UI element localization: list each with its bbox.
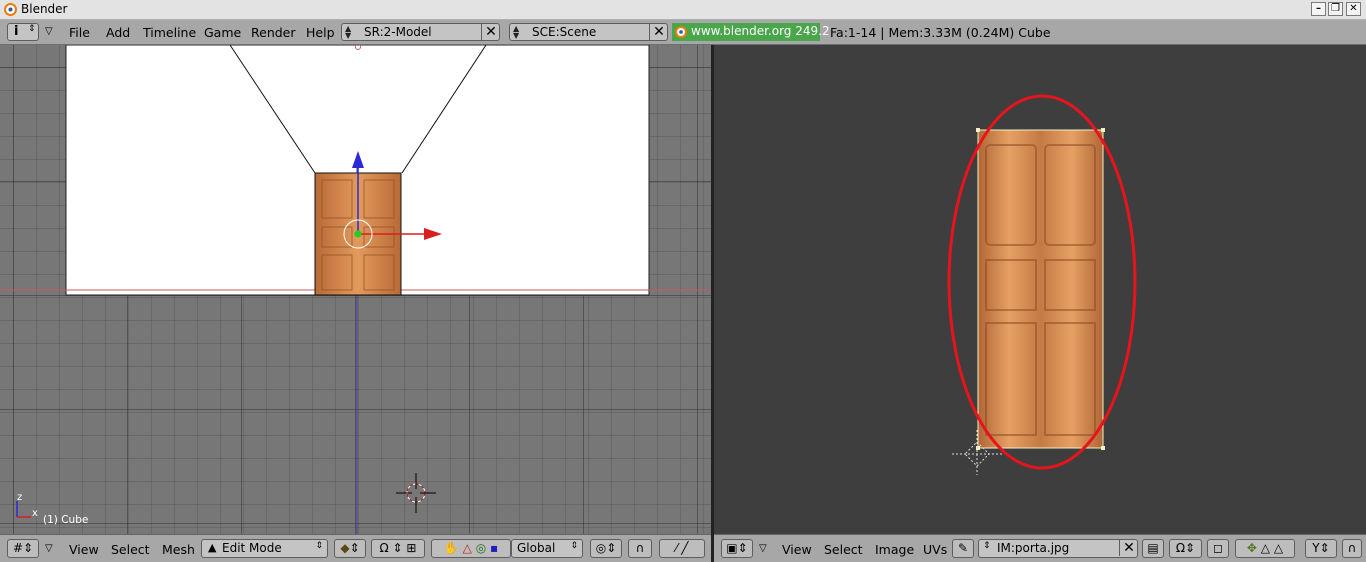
pivot-uv-selector[interactable]: Ω⇕ [1169, 539, 1202, 558]
menu-add[interactable]: Add [106, 25, 130, 40]
view-axis-widget [16, 501, 31, 518]
pivot-selector[interactable]: Ω ⇕ ⊞ [371, 539, 425, 558]
menu-mesh[interactable]: Mesh [162, 542, 195, 557]
viewport-canvas [0, 45, 711, 534]
menu-uvs[interactable]: UVs [923, 542, 947, 557]
magnet-icon: ∩ [1347, 541, 1357, 555]
scene-name-field[interactable]: SCE:Scene [532, 25, 596, 39]
updown-icon: ⇕ [570, 541, 578, 551]
collapse-menu-triangle-icon[interactable]: ▽ [45, 543, 53, 554]
axis-z-label: z [17, 492, 23, 503]
screen-selector[interactable]: ▲ ▼ SR:2-Model ✕ [341, 23, 500, 41]
manipulator-hand-icon[interactable]: ✋ [444, 541, 459, 555]
menu-uv-view[interactable]: View [782, 542, 812, 557]
version-badge: www.blender.org 249.2 [672, 23, 830, 41]
edit-mode-icon: ▲ [208, 541, 217, 554]
menu-help[interactable]: Help [306, 25, 335, 40]
uv-editor-header: ▣⇕ ▽ View Select Image UVs ✎ ⇕ IM:porta.… [714, 534, 1366, 562]
image-editor-icon: ▣ [726, 541, 738, 555]
proportional-edit-selector[interactable]: ◎⇕ [590, 539, 622, 558]
mode-selector[interactable]: ▲ Edit Mode ⇕ [201, 539, 328, 558]
pin-icon: ✎ [957, 541, 969, 555]
blender-logo-icon [4, 3, 17, 16]
pin-image-button[interactable]: ✎ [952, 539, 974, 558]
updown-icon: ▲ ▼ [513, 24, 520, 40]
sticky-select-button[interactable]: ◻ [1207, 539, 1229, 558]
uv-magnet-toggle[interactable]: ∩ [1342, 539, 1362, 558]
active-object-label: (1) Cube [43, 514, 89, 526]
delete-screen-button[interactable]: ✕ [481, 24, 500, 40]
axis-x-label: x [32, 508, 38, 519]
knife-icon: ⁄ [675, 541, 678, 555]
magnet-icon: ∩ [635, 541, 645, 555]
menu-uv-select[interactable]: Select [824, 542, 863, 557]
minimize-button[interactable]: – [1311, 2, 1326, 16]
restore-button[interactable]: ❐ [1328, 2, 1343, 16]
image-selector[interactable]: ⇕ IM:porta.jpg ✕ [978, 539, 1138, 558]
menu-select[interactable]: Select [111, 542, 150, 557]
line-icon: ╱ [681, 541, 689, 555]
editor-type-uv-selector[interactable]: ▣⇕ [721, 539, 753, 558]
shading-solid-icon: ◆ [340, 541, 350, 555]
window-title: Blender [21, 2, 68, 16]
scale-manipulator-icon[interactable]: ▪ [490, 541, 498, 555]
version-text: www.blender.org 249.2 [691, 24, 830, 38]
uv-snap-selector[interactable]: Y⇕ [1305, 539, 1337, 558]
layer-grid-icon: ⊞ [406, 541, 417, 555]
image-name-field[interactable]: IM:porta.jpg [997, 541, 1069, 555]
edit-tools[interactable]: ⁄ ╱ [659, 539, 705, 558]
close-window-button[interactable]: ✕ [1346, 2, 1361, 16]
collapse-menu-triangle-icon[interactable]: ▽ [45, 26, 53, 37]
3d-cursor-icon [396, 473, 436, 513]
pivot-icon: Ω [379, 541, 389, 555]
lock-button[interactable]: ▤ [1142, 539, 1164, 558]
proportional-icon: ◎ [595, 541, 607, 555]
scene-stats: Fa:1-14 | Mem:3.33M (0.24M) Cube [830, 25, 1051, 40]
mode-value: Edit Mode [222, 541, 282, 555]
uv-canvas [947, 94, 1137, 475]
info-header: i ⇕ ▽ File Add Timeline Game Render Help… [0, 20, 1366, 45]
updown-icon: ⇕ [315, 541, 323, 551]
menu-render[interactable]: Render [251, 25, 296, 40]
screen-name-field[interactable]: SR:2-Model [364, 25, 432, 39]
square-icon: ◻ [1213, 541, 1223, 555]
title-bar: Blender – ❐ ✕ [0, 0, 1366, 20]
menu-file[interactable]: File [69, 25, 90, 40]
3d-viewport[interactable]: z x (1) Cube [0, 45, 711, 534]
editor-type-selector[interactable]: i ⇕ [7, 23, 39, 41]
door-texture-image[interactable] [977, 129, 1104, 449]
draw-type-selector[interactable]: ◆⇕ [334, 539, 366, 558]
3d-view-header: #⇕ ▽ View Select Mesh ▲ Edit Mode ⇕ ◆⇕ Ω… [0, 534, 711, 562]
blender-logo-icon [675, 26, 687, 38]
select-mode-buttons[interactable]: ✥ △ △ [1235, 539, 1295, 558]
rotate-manipulator-icon[interactable]: ◎ [476, 541, 486, 555]
orientation-value: Global [517, 541, 556, 555]
info-icon: i [14, 24, 19, 39]
snap-toggle[interactable]: ∩ [628, 539, 652, 558]
face-select-icon[interactable]: △ [1274, 541, 1283, 555]
grid-icon: # [12, 541, 23, 555]
edge-select-icon[interactable]: △ [1261, 541, 1270, 555]
uv-image-editor[interactable] [714, 45, 1366, 534]
vertex-select-icon[interactable]: ✥ [1247, 541, 1257, 555]
delete-scene-button[interactable]: ✕ [649, 24, 668, 40]
lock-icon: ▤ [1147, 541, 1159, 555]
menu-game[interactable]: Game [204, 25, 241, 40]
collapse-menu-triangle-icon[interactable]: ▽ [759, 543, 767, 554]
updown-icon: ⇕ [983, 541, 991, 551]
editor-type-3d-selector[interactable]: #⇕ [7, 539, 39, 558]
translate-manipulator-icon[interactable]: △ [463, 541, 472, 555]
pivot-icon: Ω [1175, 541, 1186, 555]
scene-selector[interactable]: ▲ ▼ SCE:Scene ✕ [509, 23, 668, 41]
snap-icon: Y [1312, 541, 1320, 555]
unlink-image-button[interactable]: ✕ [1119, 540, 1138, 556]
orientation-selector[interactable]: Global ⇕ [511, 539, 583, 558]
menu-timeline[interactable]: Timeline [143, 25, 196, 40]
updown-icon: ▲ ▼ [345, 24, 352, 40]
manipulator-toggles[interactable]: ✋ △ ◎ ▪ [431, 539, 511, 558]
menu-view[interactable]: View [69, 542, 99, 557]
menu-image[interactable]: Image [875, 542, 914, 557]
updown-icon: ⇕ [28, 24, 36, 34]
